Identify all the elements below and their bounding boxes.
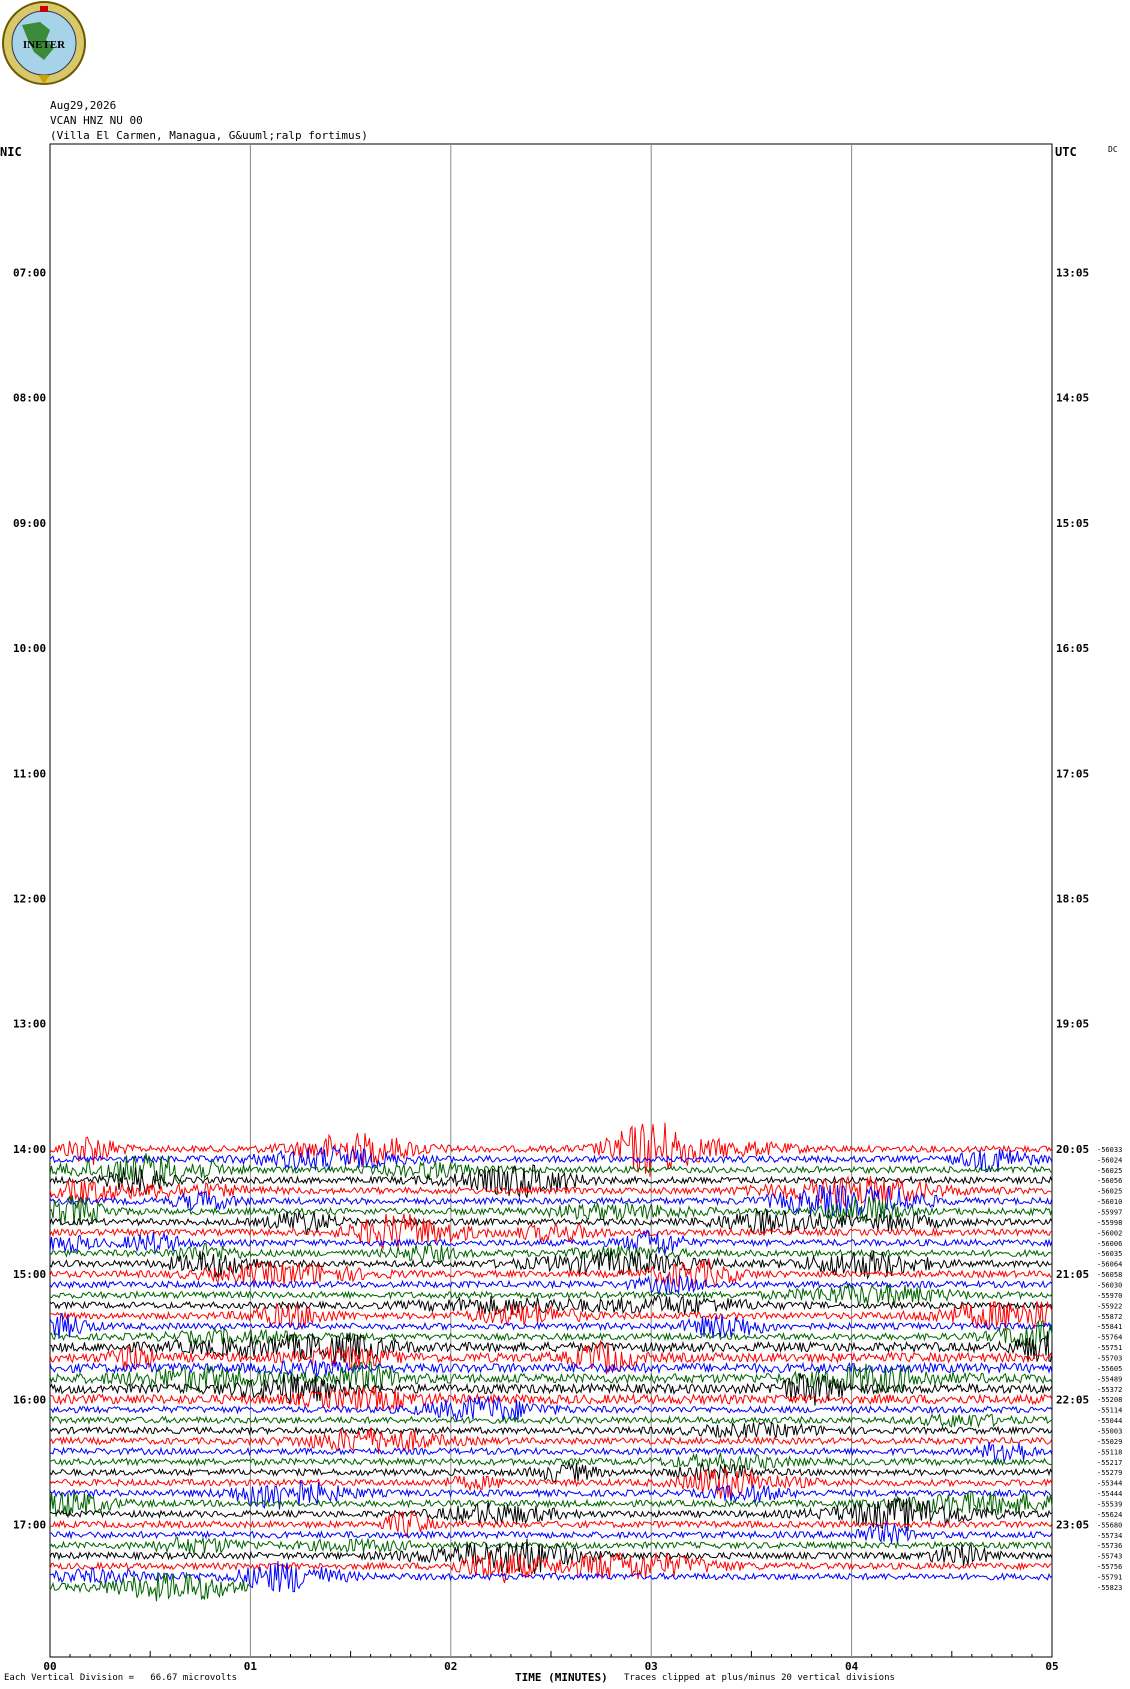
utc-hour-label: 13:05 xyxy=(1056,267,1089,280)
dc-offset-label: -56030 xyxy=(1097,1281,1122,1289)
dc-offset-label: -55003 xyxy=(1097,1428,1122,1436)
utc-hour-label: 19:05 xyxy=(1056,1018,1089,1031)
dc-offset-label: -55751 xyxy=(1097,1344,1122,1352)
dc-offset-label: -55823 xyxy=(1097,1584,1122,1592)
dc-offset-label: -55118 xyxy=(1097,1448,1122,1456)
x-tick-label: 05 xyxy=(1045,1660,1058,1673)
local-hour-label: 12:00 xyxy=(13,893,46,906)
dc-offset-label: -55624 xyxy=(1097,1511,1122,1519)
plot-frame xyxy=(49,143,1053,1658)
local-hour-label: 08:00 xyxy=(13,392,46,405)
x-tick-label: 00 xyxy=(43,1660,56,1673)
dc-offset-label: -55344 xyxy=(1097,1480,1122,1488)
seismic-trace xyxy=(49,1421,1053,1439)
dc-offset-label: -55841 xyxy=(1097,1323,1122,1331)
seismic-trace xyxy=(49,1250,1053,1280)
dc-offset-label: -56024 xyxy=(1097,1156,1122,1164)
dc-offset-label: -55736 xyxy=(1097,1542,1122,1550)
local-hour-label: 16:00 xyxy=(13,1393,46,1406)
dc-offset-label: -55539 xyxy=(1097,1501,1122,1509)
dc-offset-label: -55997 xyxy=(1097,1208,1122,1216)
dc-offset-label: -55922 xyxy=(1097,1302,1122,1310)
utc-hour-label: 17:05 xyxy=(1056,767,1089,780)
local-hour-label: 17:00 xyxy=(13,1519,46,1532)
dc-offset-label: -55044 xyxy=(1097,1417,1122,1425)
seismic-trace xyxy=(49,1273,1053,1296)
dc-offset-label: -55703 xyxy=(1097,1355,1122,1363)
utc-hour-label: 18:05 xyxy=(1056,893,1089,906)
local-hour-label: 09:00 xyxy=(13,517,46,530)
seismic-trace xyxy=(49,1452,1053,1472)
utc-hour-label: 20:05 xyxy=(1056,1143,1089,1156)
local-hour-label: 15:00 xyxy=(13,1268,46,1281)
seismic-trace xyxy=(49,1536,1052,1555)
dc-offset-label: -55970 xyxy=(1097,1292,1122,1300)
utc-hour-label: 15:05 xyxy=(1056,517,1089,530)
dc-offset-label: -56025 xyxy=(1097,1188,1122,1196)
utc-hour-label: 21:05 xyxy=(1056,1268,1089,1281)
dc-offset-label: -55444 xyxy=(1097,1490,1122,1498)
x-tick-label: 04 xyxy=(845,1660,859,1673)
dc-offset-label: -56033 xyxy=(1097,1146,1122,1154)
utc-hour-label: 16:05 xyxy=(1056,642,1089,655)
utc-hour-label: 23:05 xyxy=(1056,1519,1089,1532)
dc-offset-label: -56064 xyxy=(1097,1261,1122,1269)
dc-offset-label: -56025 xyxy=(1097,1167,1122,1175)
dc-offset-label: -55764 xyxy=(1097,1334,1122,1342)
x-tick-label: 03 xyxy=(645,1660,658,1673)
dc-offset-label: -56002 xyxy=(1097,1229,1122,1237)
local-hour-label: 10:00 xyxy=(13,642,46,655)
seismic-trace xyxy=(49,1461,1053,1483)
dc-offset-label: -56010 xyxy=(1097,1198,1122,1206)
dc-offset-label: -56058 xyxy=(1097,1271,1122,1279)
x-tick-label: 02 xyxy=(444,1660,457,1673)
dc-offset-label: -55605 xyxy=(1097,1365,1122,1373)
dc-offset-label: -55372 xyxy=(1097,1386,1122,1394)
local-hour-label: 13:00 xyxy=(13,1018,46,1031)
dc-offset-label: -55680 xyxy=(1097,1521,1122,1529)
utc-hour-label: 22:05 xyxy=(1056,1393,1089,1406)
dc-offset-label: -55743 xyxy=(1097,1553,1122,1561)
dc-offset-label: -55872 xyxy=(1097,1313,1122,1321)
dc-offset-label: -55114 xyxy=(1097,1407,1122,1415)
x-tick-label: 01 xyxy=(244,1660,258,1673)
dc-offset-label: -56006 xyxy=(1097,1240,1122,1248)
dc-offset-label: -56035 xyxy=(1097,1250,1122,1258)
utc-hour-label: 14:05 xyxy=(1056,392,1089,405)
seismic-trace xyxy=(49,1413,1053,1429)
dc-offset-label: -56056 xyxy=(1097,1177,1122,1185)
local-hour-label: 14:00 xyxy=(13,1143,46,1156)
dc-offset-label: -55734 xyxy=(1097,1532,1122,1540)
local-hour-label: 11:00 xyxy=(13,767,46,780)
local-hour-label: 07:00 xyxy=(13,267,46,280)
dc-offset-label: -55998 xyxy=(1097,1219,1122,1227)
seismic-trace xyxy=(49,1229,1053,1256)
dc-offset-label: -55791 xyxy=(1097,1574,1122,1582)
dc-offset-label: -55279 xyxy=(1097,1469,1122,1477)
dc-offset-label: -55489 xyxy=(1097,1375,1122,1383)
helicorder-plot: 00 01 02 03 04 05 07:00 08:00 09:00 10:00 11:00 12:… xyxy=(13,143,1122,1673)
dc-offset-label: -55029 xyxy=(1097,1438,1122,1446)
dc-offset-label: -55208 xyxy=(1097,1396,1122,1404)
dc-offset-label: -55217 xyxy=(1097,1459,1122,1467)
dc-offset-label: -55756 xyxy=(1097,1563,1122,1571)
